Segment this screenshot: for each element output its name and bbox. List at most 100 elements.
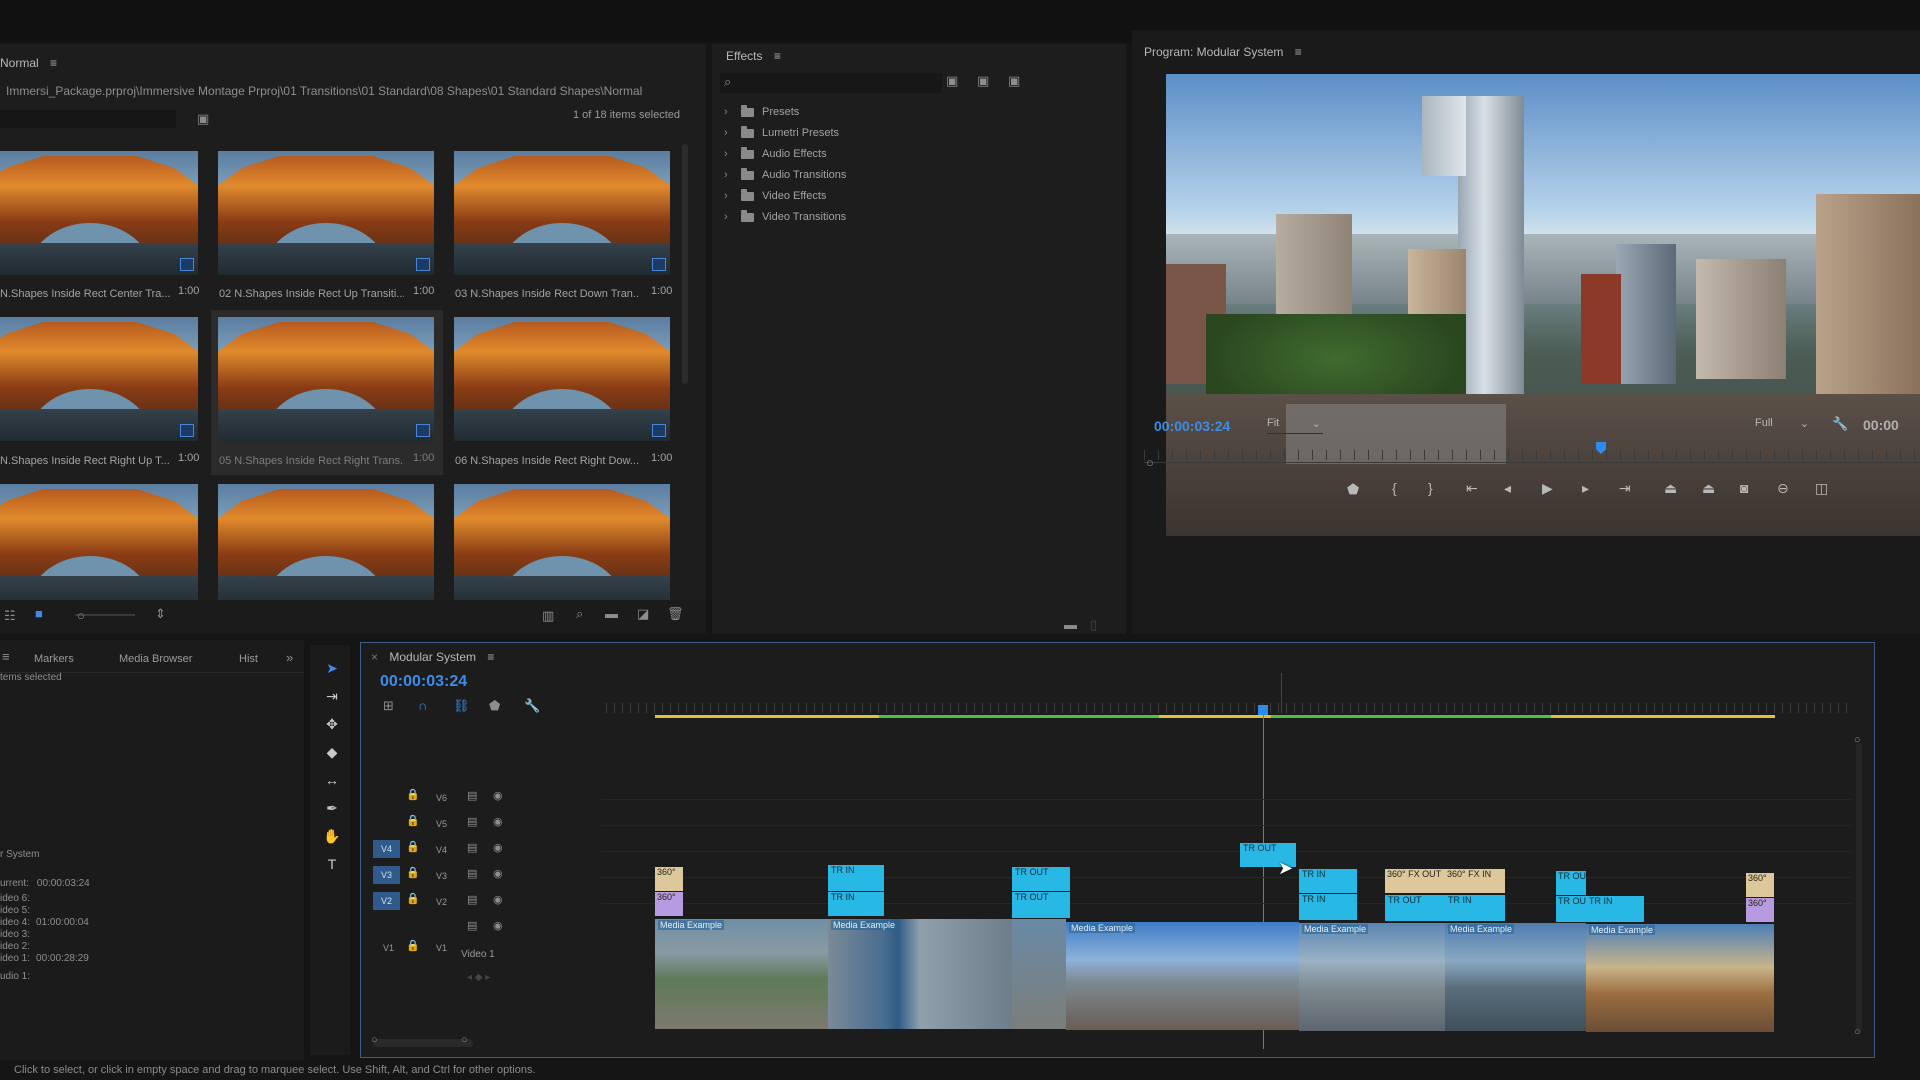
vertical-scrollbar[interactable] xyxy=(1856,743,1862,1033)
tab-media-browser[interactable]: Media Browser xyxy=(119,653,192,665)
timeline-playhead-handle[interactable] xyxy=(1258,705,1268,715)
zoom-handle-icon[interactable]: ○ xyxy=(461,1035,468,1046)
effect-clip-fx-out[interactable]: 360° FX OUT xyxy=(1385,869,1445,893)
track-target-v3[interactable]: V3 xyxy=(373,866,400,884)
media-clip[interactable]: Media Example xyxy=(1299,923,1445,1031)
mark-in-icon[interactable]: { xyxy=(1392,481,1397,495)
lock-icon[interactable]: 🔒 xyxy=(406,941,420,952)
sort-icon[interactable]: ⇕ xyxy=(155,607,166,620)
settings-wrench-icon[interactable]: 🔧 xyxy=(524,699,540,712)
step-forward-icon[interactable]: ▸ xyxy=(1582,481,1589,495)
effect-clip-360[interactable]: 360° xyxy=(655,892,683,916)
ripple-edit-tool-icon[interactable]: ✥ xyxy=(322,716,342,733)
bin-search-input[interactable] xyxy=(0,110,176,128)
more-tabs-icon[interactable]: » xyxy=(286,651,293,664)
sync-lock-icon[interactable]: ▤ xyxy=(467,895,477,906)
eye-icon[interactable]: ◉ xyxy=(493,921,503,932)
list-view-icon[interactable]: ☷ xyxy=(4,609,16,622)
clip-thumbnail[interactable] xyxy=(0,151,198,275)
lock-icon[interactable]: 🔒 xyxy=(406,842,420,853)
effects-header[interactable]: Effects ≡ xyxy=(726,49,781,63)
lock-icon[interactable]: 🔒 xyxy=(406,868,420,879)
type-tool-icon[interactable]: T xyxy=(322,856,342,872)
zoom-dropdown[interactable]: Fit ⌄ xyxy=(1267,417,1323,434)
automate-icon[interactable]: ▥ xyxy=(542,609,554,622)
step-back-icon[interactable]: ◂ xyxy=(1504,481,1511,495)
transition-clip-tr-out[interactable]: TR OU xyxy=(1556,896,1586,922)
bin-scrollbar[interactable] xyxy=(682,144,688,384)
add-marker-icon[interactable]: ⬟ xyxy=(489,699,500,712)
timeline-tab[interactable]: × Modular System ≡ xyxy=(371,650,494,664)
tab-markers[interactable]: Markers xyxy=(34,653,74,665)
program-video-frame[interactable] xyxy=(1166,74,1920,536)
compare-view-icon[interactable]: ◫ xyxy=(1815,481,1828,495)
sync-lock-icon[interactable]: ▤ xyxy=(467,817,477,828)
track-select-tool-icon[interactable]: ⇥ xyxy=(322,688,342,705)
linked-selection-icon[interactable]: ⛓ xyxy=(453,699,470,712)
lift-icon[interactable]: ⏏ xyxy=(1664,481,1677,495)
program-timecode[interactable]: 00:00:03:24 xyxy=(1154,418,1230,434)
clip-thumbnail[interactable] xyxy=(454,317,670,441)
scroll-handle-icon[interactable]: ○ xyxy=(1854,1027,1861,1038)
transition-clip-tr-in[interactable]: TR IN xyxy=(1299,894,1357,920)
transition-clip-tr-in[interactable]: TR IN xyxy=(828,865,884,891)
new-bin-icon[interactable]: ▬ xyxy=(605,607,618,620)
panel-menu-icon[interactable]: ≡ xyxy=(1295,45,1302,59)
accelerated-effects-icon[interactable]: ▣ xyxy=(946,74,958,87)
snap-icon[interactable]: ∩ xyxy=(418,699,427,712)
timeline-ruler[interactable] xyxy=(606,703,1851,713)
clip-thumbnail[interactable] xyxy=(454,484,670,608)
effect-clip-360[interactable]: 360° xyxy=(1746,873,1774,897)
yuv-effects-icon[interactable]: ▣ xyxy=(1008,74,1020,87)
program-ruler[interactable] xyxy=(1144,450,1920,460)
eye-icon[interactable]: ◉ xyxy=(493,791,503,802)
zoom-handle-icon[interactable]: ○ xyxy=(1146,456,1154,469)
clip-thumbnail[interactable] xyxy=(454,151,670,275)
timeline-zoom-scrollbar[interactable] xyxy=(373,1039,473,1047)
lock-icon[interactable]: 🔒 xyxy=(406,816,420,827)
find-icon[interactable]: ⌕ xyxy=(576,607,583,620)
export-frame-icon[interactable]: ◙ xyxy=(1740,481,1748,495)
panel-menu-icon[interactable]: ≡ xyxy=(50,56,57,70)
scroll-handle-icon[interactable]: ○ xyxy=(1854,735,1861,746)
program-header[interactable]: Program: Modular System ≡ xyxy=(1144,45,1302,59)
pen-tool-icon[interactable]: ✒ xyxy=(322,800,342,817)
lock-icon[interactable]: 🔒 xyxy=(406,894,420,905)
effect-clip-360[interactable]: 360° xyxy=(1746,898,1774,922)
track-target-v4[interactable]: V4 xyxy=(373,840,400,858)
close-icon[interactable]: × xyxy=(371,650,378,664)
vr-video-icon[interactable]: ⊖ xyxy=(1777,481,1789,495)
media-clip[interactable]: Media Example xyxy=(1586,924,1774,1032)
transition-clip-tr-in[interactable]: TR IN xyxy=(828,892,884,916)
delete-icon[interactable]: ▯ xyxy=(1090,618,1097,631)
new-custom-bin-icon[interactable]: ▬ xyxy=(1064,618,1077,631)
zoom-handle-icon[interactable]: ○ xyxy=(77,609,85,622)
slip-tool-icon[interactable]: ↔ xyxy=(322,772,342,788)
media-clip[interactable]: Media Example xyxy=(655,919,828,1029)
settings-wrench-icon[interactable]: 🔧 xyxy=(1832,417,1848,430)
transition-clip-tr-in[interactable]: TR IN xyxy=(1586,896,1644,922)
effect-clip-fx-in[interactable]: 360° FX IN xyxy=(1445,869,1505,893)
media-clip[interactable] xyxy=(1012,919,1066,1029)
media-clip[interactable]: Media Example xyxy=(1066,922,1299,1030)
sync-lock-icon[interactable]: ▤ xyxy=(467,843,477,854)
keyframe-nav-icon[interactable]: ◂ ◆ ▸ xyxy=(467,973,490,983)
clip-thumbnail[interactable] xyxy=(0,484,198,608)
icon-view-icon[interactable]: ■ xyxy=(35,607,43,620)
new-bin-icon[interactable]: ▣ xyxy=(197,112,209,125)
extract-icon[interactable]: ⏏ xyxy=(1702,481,1715,495)
nest-icon[interactable]: ⊞ xyxy=(383,699,394,712)
eye-icon[interactable]: ◉ xyxy=(493,895,503,906)
panel-menu-icon[interactable]: ≡ xyxy=(774,49,781,63)
mark-out-icon[interactable]: } xyxy=(1428,481,1433,495)
go-to-in-icon[interactable]: ⇤ xyxy=(1466,481,1478,495)
track-target-v2[interactable]: V2 xyxy=(373,892,400,910)
resolution-dropdown[interactable]: Full ⌄ xyxy=(1755,417,1811,433)
timeline-timecode[interactable]: 00:00:03:24 xyxy=(380,673,467,691)
play-icon[interactable]: ▶ xyxy=(1542,481,1553,495)
eye-icon[interactable]: ◉ xyxy=(493,817,503,828)
transition-clip-tr-in[interactable]: TR IN xyxy=(1299,869,1357,893)
selection-tool-icon[interactable]: ➤ xyxy=(322,660,342,677)
new-item-icon[interactable]: ◪ xyxy=(637,607,649,620)
media-clip[interactable]: Media Example xyxy=(828,919,1012,1029)
